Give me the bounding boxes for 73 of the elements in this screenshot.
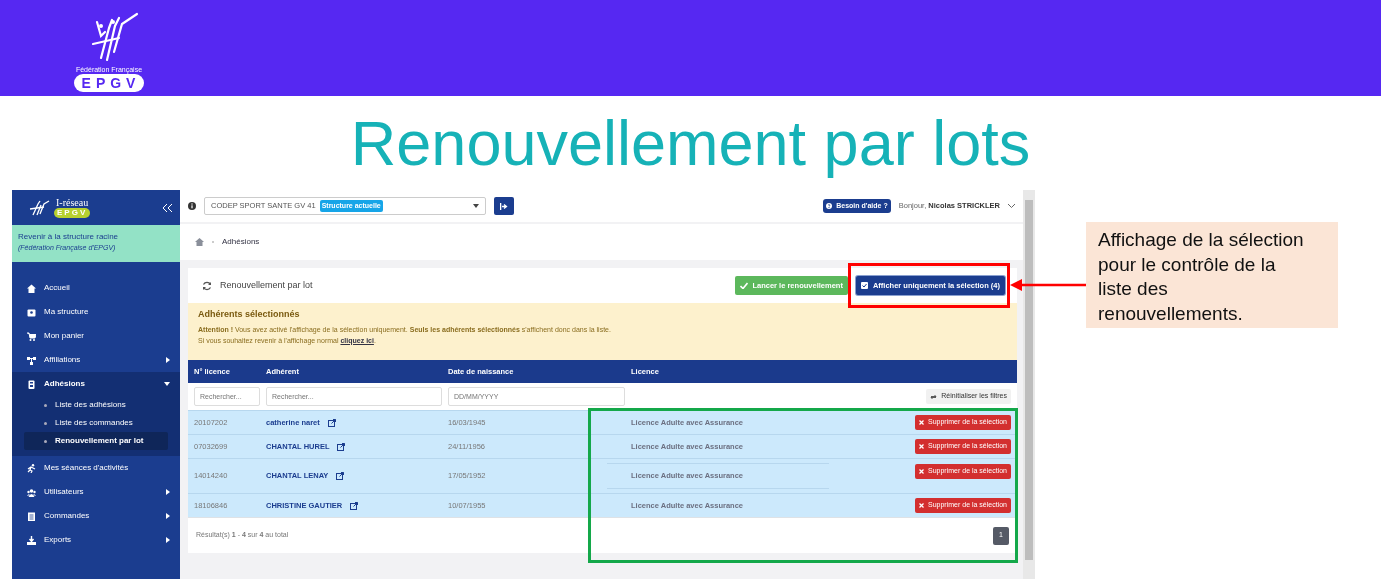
close-icon: [919, 420, 924, 425]
sidebar-item[interactable]: Mes séances d'activités: [12, 456, 180, 480]
external-link-icon[interactable]: [327, 418, 336, 427]
id-card-icon: [27, 307, 36, 317]
submenu-item[interactable]: Liste des commandes: [24, 414, 168, 432]
exit-button[interactable]: [494, 197, 514, 215]
help-icon: [826, 203, 833, 209]
card-title: Renouvellement par lot: [220, 278, 313, 292]
sidebar-item-label: Commandes: [44, 510, 90, 522]
network-icon: [27, 355, 36, 365]
submenu-item[interactable]: Liste des adhésions: [24, 396, 168, 414]
close-icon: [919, 503, 924, 508]
sidebar-item-label: Ma structure: [44, 306, 89, 318]
sidebar-item-label: Mon panier: [44, 330, 85, 342]
check-icon: [740, 282, 749, 289]
submenu-item-label: Liste des adhésions: [55, 399, 126, 411]
sidebar-item[interactable]: Accueil: [12, 276, 180, 300]
close-icon: [919, 444, 924, 449]
sidebar-item[interactable]: Utilisateurs: [12, 480, 180, 504]
running-icon: [27, 463, 36, 473]
caret-down-icon: [164, 382, 170, 386]
bullet-icon: [44, 421, 47, 425]
refresh-icon: [930, 393, 938, 400]
sidebar-item[interactable]: Mon panier: [12, 324, 180, 348]
sidebar-item[interactable]: Exports: [12, 528, 180, 552]
brand-logo-icon: [28, 199, 50, 216]
caret-down-icon: [473, 204, 479, 208]
close-icon: [919, 468, 924, 474]
sidebar-item[interactable]: Adhésions: [12, 372, 180, 396]
slide-title: Renouvellement par lots: [349, 107, 1032, 180]
logo-wordmark: EPGV: [73, 74, 145, 92]
caret-right-icon: [166, 513, 170, 519]
collapse-icon[interactable]: [163, 203, 172, 212]
external-link-icon[interactable]: [336, 472, 345, 480]
submenu-item[interactable]: Renouvellement par lot: [24, 432, 168, 450]
caret-right-icon: [166, 489, 170, 495]
sidebar-item-label: Utilisateurs: [44, 486, 84, 498]
external-link-icon[interactable]: [337, 442, 346, 451]
callout-note: Affichage de la sélection pour le contrôle de la liste des renouvellements.: [1086, 222, 1338, 328]
document-icon: [27, 511, 36, 521]
sidebar-item-label: Mes séances d'activités: [44, 462, 129, 474]
bullet-icon: [44, 403, 47, 407]
caret-right-icon: [166, 537, 170, 543]
bullet-icon: [44, 439, 47, 443]
info-icon: [188, 202, 196, 210]
sidebar-item[interactable]: Affiliations: [12, 348, 180, 372]
submenu-item-label: Renouvellement par lot: [55, 435, 144, 447]
brand-name: I-réseau: [56, 197, 89, 208]
scrollbar[interactable]: [1023, 190, 1035, 579]
external-link-icon[interactable]: [350, 501, 359, 510]
separator-dot: [212, 241, 214, 243]
checkbox-icon: [860, 282, 869, 289]
sidebar-item-label: Accueil: [44, 282, 70, 294]
sidebar-item[interactable]: Ma structure: [12, 300, 180, 324]
home-icon[interactable]: [195, 238, 204, 246]
home-icon: [27, 283, 36, 293]
sidebar-item[interactable]: Commandes: [12, 504, 180, 528]
sidebar-item-label: Adhésions: [44, 378, 85, 390]
chevron-down-icon: [1008, 204, 1015, 208]
refresh-icon: [202, 280, 212, 291]
sidebar-item-label: Affiliations: [44, 354, 81, 366]
submenu-item-label: Liste des commandes: [55, 417, 133, 429]
exit-icon: [500, 202, 508, 210]
root-link-label: Revenir à la structure racine: [18, 231, 120, 243]
alert-title: Adhérents sélectionnés: [198, 309, 301, 320]
caret-right-icon: [166, 357, 170, 363]
brand-badge: EPGV: [54, 207, 91, 218]
cart-icon: [27, 331, 36, 341]
breadcrumb-item[interactable]: Adhésions: [222, 236, 260, 248]
download-icon: [27, 535, 36, 545]
sidebar-item-label: Exports: [44, 534, 72, 546]
id-badge-icon: [27, 379, 36, 389]
users-icon: [27, 487, 36, 497]
